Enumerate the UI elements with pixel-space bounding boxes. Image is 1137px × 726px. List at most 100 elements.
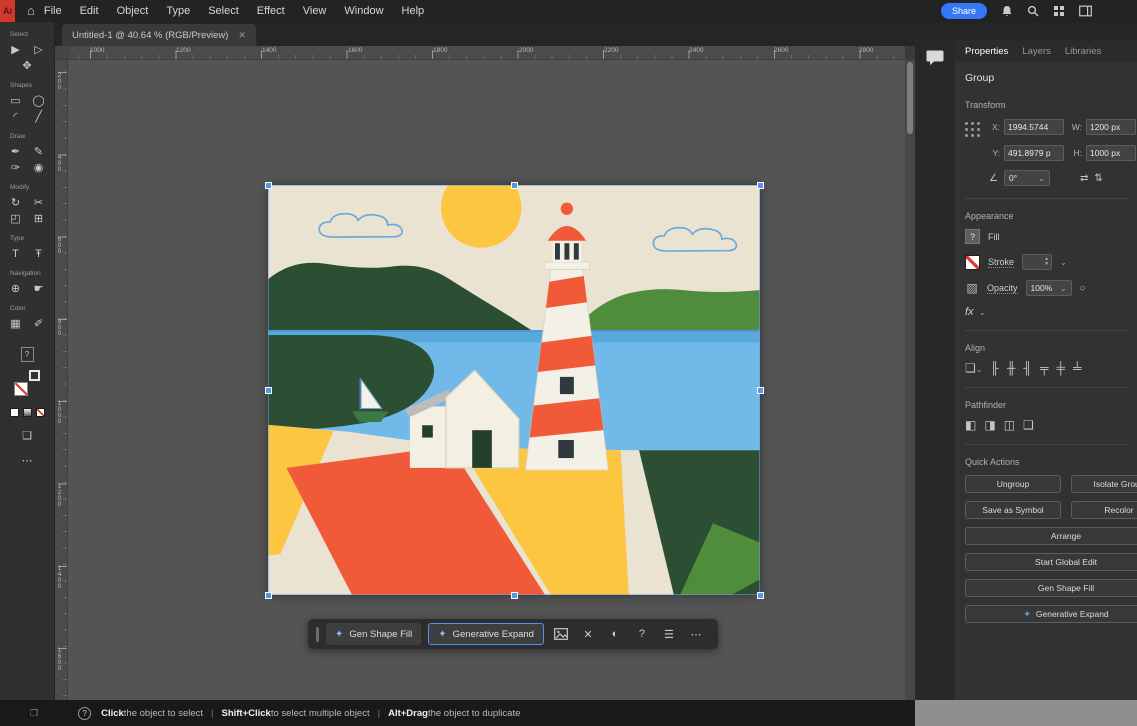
image-trace-icon[interactable] (551, 624, 571, 644)
selection-tool-icon[interactable]: ▶ (9, 43, 22, 57)
workspace-grid-icon[interactable] (1053, 5, 1065, 17)
vertical-scrollbar[interactable] (905, 60, 915, 700)
type-tool-icon[interactable]: T (9, 247, 22, 261)
pathfinder-exclude-icon[interactable]: ❑ (1023, 418, 1034, 432)
house-door-shape[interactable] (472, 430, 492, 468)
fill-proxy-swatch[interactable] (14, 382, 28, 396)
flip-vertical-icon[interactable]: ⇅ (1094, 173, 1102, 184)
more-tools-icon[interactable]: ⋯ (22, 454, 33, 467)
menu-icon[interactable]: ☰ (659, 624, 679, 644)
line-tool-icon[interactable]: ╱ (32, 110, 45, 124)
arrange-button[interactable]: Arrange (965, 527, 1137, 545)
help-circle-icon[interactable]: ? (78, 707, 91, 720)
menu-object[interactable]: Object (108, 0, 158, 22)
lighthouse-ball-shape[interactable] (561, 203, 573, 215)
selection-handle-ne[interactable] (757, 182, 764, 189)
menu-effect[interactable]: Effect (248, 0, 294, 22)
align-right-icon[interactable]: ╢ (1024, 361, 1033, 375)
scissors-tool-icon[interactable]: ✂ (32, 196, 45, 210)
stroke-weight-stepper[interactable]: ▲▼ (1022, 254, 1052, 270)
pathfinder-intersect-icon[interactable]: ◫ (1004, 418, 1015, 432)
gen-shape-fill-button[interactable]: ✦ Gen Shape Fill (326, 623, 421, 645)
align-left-icon[interactable]: ╟ (990, 361, 999, 375)
notifications-bell-icon[interactable] (1001, 5, 1013, 17)
rotation-select[interactable]: 0° ⌄ (1004, 170, 1050, 186)
opacity-mask-icon[interactable]: ○ (1080, 283, 1086, 294)
y-field[interactable] (1004, 145, 1064, 161)
stroke-proxy-swatch[interactable] (29, 370, 40, 381)
blob-brush-tool-icon[interactable]: ◉ (32, 161, 45, 175)
arc-tool-icon[interactable]: ◜ (9, 110, 22, 124)
vertical-type-tool-icon[interactable]: Ŧ (32, 247, 45, 261)
pathfinder-minus-front-icon[interactable]: ◨ (984, 418, 995, 432)
search-icon[interactable] (1027, 5, 1039, 17)
ungroup-button[interactable]: Ungroup (965, 475, 1061, 493)
rectangle-tool-icon[interactable]: ▭ (9, 94, 22, 108)
more-options-icon[interactable]: ⋯ (686, 624, 706, 644)
none-swatch[interactable] (36, 408, 45, 417)
selection-handle-s[interactable] (511, 592, 518, 599)
menu-file[interactable]: File (35, 0, 71, 22)
align-center-horizontal-icon[interactable]: ╫ (1007, 361, 1016, 375)
menu-window[interactable]: Window (335, 0, 392, 22)
menu-view[interactable]: View (294, 0, 336, 22)
rotate-tool-icon[interactable]: ↻ (9, 196, 22, 210)
lighthouse-window-2[interactable] (558, 440, 574, 458)
align-bottom-icon[interactable]: ╧ (1073, 361, 1082, 375)
status-bar-scroll-area[interactable] (915, 700, 1137, 726)
eyedropper-tool-icon[interactable]: ✐ (32, 317, 45, 331)
align-middle-icon[interactable]: ╪ (1057, 361, 1066, 375)
opacity-select[interactable]: 100% ⌄ (1026, 280, 1072, 296)
tab-libraries[interactable]: Libraries (1065, 46, 1101, 57)
pencil-tool-icon[interactable]: ✎ (32, 145, 45, 159)
artboard-tool-icon[interactable]: ❏ (22, 429, 32, 442)
house-window-shape[interactable] (422, 425, 433, 437)
chevron-down-icon[interactable]: ⌄ (1060, 258, 1067, 267)
fill-swatch[interactable]: ? (965, 229, 980, 244)
selection-handle-sw[interactable] (265, 592, 272, 599)
zoom-tool-icon[interactable]: ⊕ (9, 282, 22, 296)
lighthouse-window-1[interactable] (560, 377, 574, 394)
fx-button[interactable]: fx (965, 306, 974, 318)
selection-handle-se[interactable] (757, 592, 764, 599)
scrollbar-thumb[interactable] (907, 62, 913, 134)
color-swatch[interactable] (10, 408, 19, 417)
transform-tool-icon[interactable]: ⊞ (32, 212, 45, 226)
illustrator-logo[interactable]: Ai (0, 0, 15, 22)
close-tab-icon[interactable]: ✕ (238, 30, 246, 41)
hand-tool-icon[interactable]: ☛ (32, 282, 45, 296)
generative-expand-button[interactable]: ✦ Generative Expand (428, 623, 544, 645)
lighthouse-gallery-shape[interactable] (544, 262, 589, 269)
share-button[interactable]: Share (941, 3, 987, 19)
toolbar-help-icon[interactable]: ? (21, 347, 34, 362)
tab-properties[interactable]: Properties (965, 46, 1008, 57)
swatches-tool-icon[interactable]: ▦ (9, 317, 22, 331)
panel-layout-icon[interactable] (1079, 5, 1092, 17)
align-to-dropdown[interactable]: ❏⌄ (965, 361, 982, 375)
fill-stroke-indicator[interactable] (14, 370, 40, 396)
home-icon[interactable]: ⌂ (27, 0, 35, 22)
gen-shape-fill-quick-button[interactable]: Gen Shape Fill (965, 579, 1137, 597)
height-field[interactable] (1086, 145, 1136, 161)
recolor-button[interactable]: Recolor (1071, 501, 1137, 519)
brush-tool-icon[interactable]: ✑ (9, 161, 22, 175)
group-selection-tool-icon[interactable]: ✥ (21, 59, 34, 73)
contrast-icon[interactable]: ◐ (605, 624, 625, 644)
comments-icon[interactable] (925, 49, 945, 700)
direct-selection-tool-icon[interactable]: ▷ (32, 43, 45, 57)
align-top-icon[interactable]: ╤ (1040, 361, 1049, 375)
save-as-symbol-button[interactable]: Save as Symbol (965, 501, 1061, 519)
opacity-link[interactable]: Opacity (987, 283, 1018, 294)
width-field[interactable] (1086, 119, 1136, 135)
scale-tool-icon[interactable]: ◰ (9, 212, 22, 226)
reference-point-locator[interactable] (965, 122, 981, 162)
pathfinder-unite-icon[interactable]: ◧ (965, 418, 976, 432)
document-tab[interactable]: Untitled-1 @ 40.64 % (RGB/Preview) ✕ (62, 24, 256, 46)
stroke-swatch[interactable] (965, 255, 980, 270)
menu-help[interactable]: Help (393, 0, 434, 22)
help-icon[interactable]: ? (632, 624, 652, 644)
menu-type[interactable]: Type (157, 0, 199, 22)
generative-expand-quick-button[interactable]: ✦ Generative Expand (965, 605, 1137, 623)
x-field[interactable] (1004, 119, 1064, 135)
flip-horizontal-icon[interactable]: ⇄ (1080, 173, 1088, 184)
